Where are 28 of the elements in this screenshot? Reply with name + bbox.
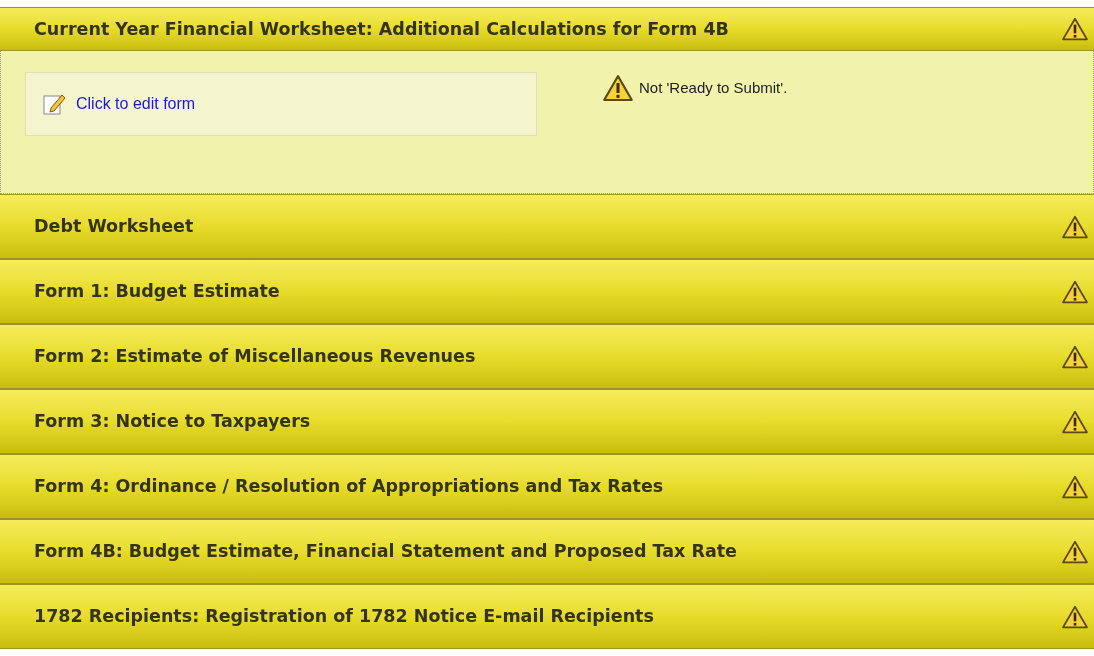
warning-icon	[1062, 214, 1088, 239]
warning-icon	[1062, 474, 1088, 499]
section-header[interactable]: Current Year Financial Worksheet: Additional Calculations for Form 4B	[0, 7, 1094, 51]
warning-icon	[1062, 539, 1088, 564]
section-title: Form 1: Budget Estimate	[34, 280, 280, 304]
section-title: Form 2: Estimate of Miscellaneous Revenues	[34, 345, 476, 369]
section-header[interactable]: Form 2: Estimate of Miscellaneous Revenues	[0, 324, 1094, 389]
warning-icon	[1062, 344, 1088, 369]
status-message: Not 'Ready to Submit'.	[639, 77, 788, 98]
section-header[interactable]: 1782 Recipients: Registration of 1782 Notice E-mail Recipients	[0, 584, 1094, 649]
section-header[interactable]: Debt Worksheet	[0, 194, 1094, 259]
section-header[interactable]: Form 4B: Budget Estimate, Financial Statement and Proposed Tax Rate	[0, 519, 1094, 584]
section-title: Form 3: Notice to Taxpayers	[34, 410, 311, 434]
section-header[interactable]: Form 4: Ordinance / Resolution of Appropriations and Tax Rates	[0, 454, 1094, 519]
warning-icon	[1062, 17, 1088, 41]
warning-icon	[1062, 409, 1088, 434]
section-title: Debt Worksheet	[34, 215, 194, 239]
section-header[interactable]: Form 1: Budget Estimate	[0, 259, 1094, 324]
section-title: 1782 Recipients: Registration of 1782 Notice E-mail Recipients	[34, 605, 654, 629]
section-title: Current Year Financial Worksheet: Additional Calculations for Form 4B	[34, 17, 729, 41]
pencil-note-icon	[42, 92, 66, 116]
section-header[interactable]: Form 3: Notice to Taxpayers	[0, 389, 1094, 454]
warning-icon	[1062, 604, 1088, 629]
warning-icon	[1062, 279, 1088, 304]
section-title: Form 4: Ordinance / Resolution of Appropriations and Tax Rates	[34, 475, 664, 499]
section-title: Form 4B: Budget Estimate, Financial Statement and Proposed Tax Rate	[34, 540, 737, 564]
warning-icon	[603, 74, 633, 102]
edit-form-link[interactable]: Click to edit form	[76, 92, 196, 116]
